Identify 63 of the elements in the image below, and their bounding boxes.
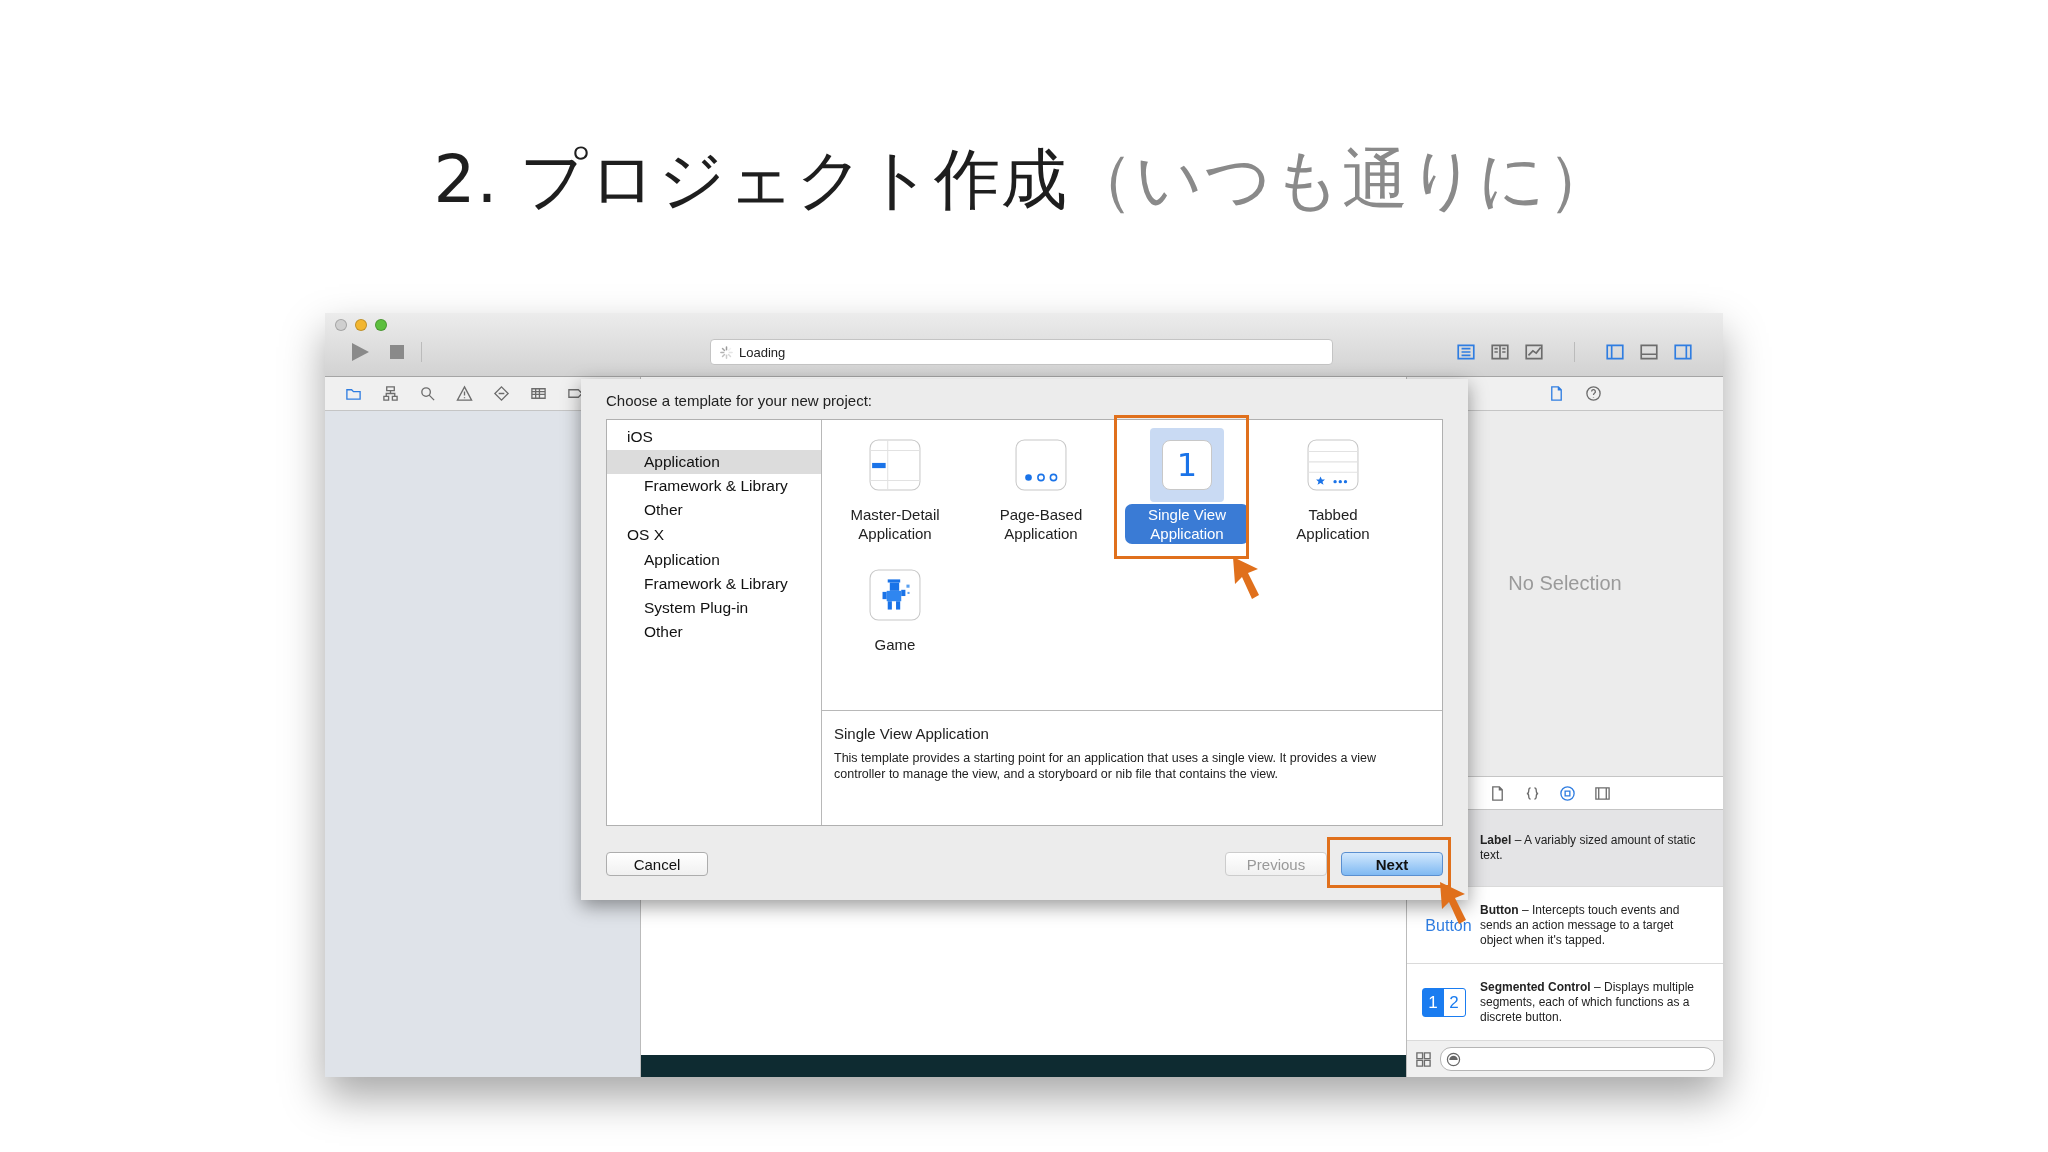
default-button[interactable]: Next — [1341, 852, 1443, 876]
template-label: Page-Based Application — [998, 505, 1084, 544]
lines-icon[interactable] — [1456, 342, 1476, 362]
description-text: This template provides a starting point for an application that uses a single view. It provides a view controller to manage the view, and a storyboard or nib file that contains the view. — [834, 750, 1377, 782]
segment-number: 2 — [1448, 991, 1460, 1014]
filter-icon — [1446, 1051, 1461, 1067]
window-control-dot[interactable] — [355, 319, 367, 331]
category-item[interactable]: Framework & Library — [607, 474, 821, 498]
description-title: Single View Application — [834, 725, 990, 742]
filter-field[interactable] — [1440, 1047, 1715, 1071]
left-panel-icon[interactable] — [1605, 342, 1625, 362]
empty-state-text: No Selection — [1508, 572, 1622, 595]
play-icon[interactable] — [349, 341, 371, 363]
spinner-icon — [719, 344, 734, 360]
window-control-dot[interactable] — [335, 319, 347, 331]
split-panel-icon[interactable] — [1490, 342, 1510, 362]
cursor-arrow-icon — [1232, 556, 1262, 600]
page-dots-icon — [1015, 439, 1067, 491]
category-item[interactable]: Other — [607, 498, 821, 522]
chart-icon[interactable] — [1524, 342, 1544, 362]
category-item[interactable]: Framework & Library — [607, 572, 821, 596]
help-icon[interactable] — [1585, 385, 1602, 402]
category-heading: OS X — [626, 525, 666, 545]
template-label: Single View Application — [1125, 504, 1249, 544]
right-panel-icon[interactable] — [1673, 342, 1693, 362]
library-item-text: Button – Intercepts touch events and sends an action message to a target object when it's tapped. — [1480, 902, 1681, 948]
tab-bar-icon — [1307, 439, 1359, 491]
grid-icon[interactable] — [1415, 1050, 1432, 1068]
library-item-text: Segmented Control – Displays multiple segments, each of which functions as a discrete button. — [1480, 979, 1696, 1025]
stop-icon[interactable] — [389, 344, 405, 360]
category-item[interactable]: Application — [607, 548, 821, 572]
robot-figure-icon — [869, 569, 921, 621]
library-item[interactable]: 1 2 Segmented Control – Displays multiple segments, each of which functions as a discrete button. — [1407, 964, 1723, 1041]
template-label: Tabbed Application — [1295, 505, 1371, 544]
dialog-title: Choose a template for your new project: — [606, 391, 873, 411]
template-label: Master-Detail Application — [849, 505, 941, 544]
template-option[interactable]: 1 — [1150, 428, 1224, 502]
braces-icon[interactable] — [1524, 784, 1541, 802]
film-icon[interactable] — [1594, 784, 1611, 802]
segment-number: 1 — [1422, 988, 1444, 1016]
document-icon[interactable] — [1548, 385, 1565, 402]
template-label: Game — [873, 635, 917, 655]
document-icon[interactable] — [1489, 784, 1506, 802]
category-heading: iOS — [626, 427, 654, 447]
library-item-text: Label – A variably sized amount of static text. — [1480, 833, 1697, 863]
single-view-icon: 1 — [1162, 440, 1212, 490]
slide-subtitle: （いつも通りに） — [1068, 141, 1615, 218]
hierarchy-icon[interactable] — [382, 385, 399, 402]
button-preview: Button — [1425, 917, 1472, 933]
list-icon[interactable] — [530, 385, 547, 402]
activity-text: Loading — [739, 344, 786, 360]
search-icon[interactable] — [419, 385, 436, 402]
window-control-dot[interactable] — [375, 319, 387, 331]
category-item[interactable]: Other — [607, 620, 821, 644]
warning-icon[interactable] — [456, 385, 473, 402]
category-item[interactable]: System Plug-in — [607, 596, 821, 620]
category-item[interactable]: Application — [607, 450, 821, 474]
slide-title: 2. プロジェクト作成 — [433, 141, 1069, 218]
cancel-button[interactable]: Cancel — [606, 852, 708, 876]
bottom-panel-icon[interactable] — [1639, 342, 1659, 362]
diamond-icon[interactable] — [493, 385, 510, 402]
library-item[interactable]: Button Button – Intercepts touch events and sends an action message to a target object when it's tapped. — [1407, 887, 1723, 964]
split-view-icon — [869, 439, 921, 491]
